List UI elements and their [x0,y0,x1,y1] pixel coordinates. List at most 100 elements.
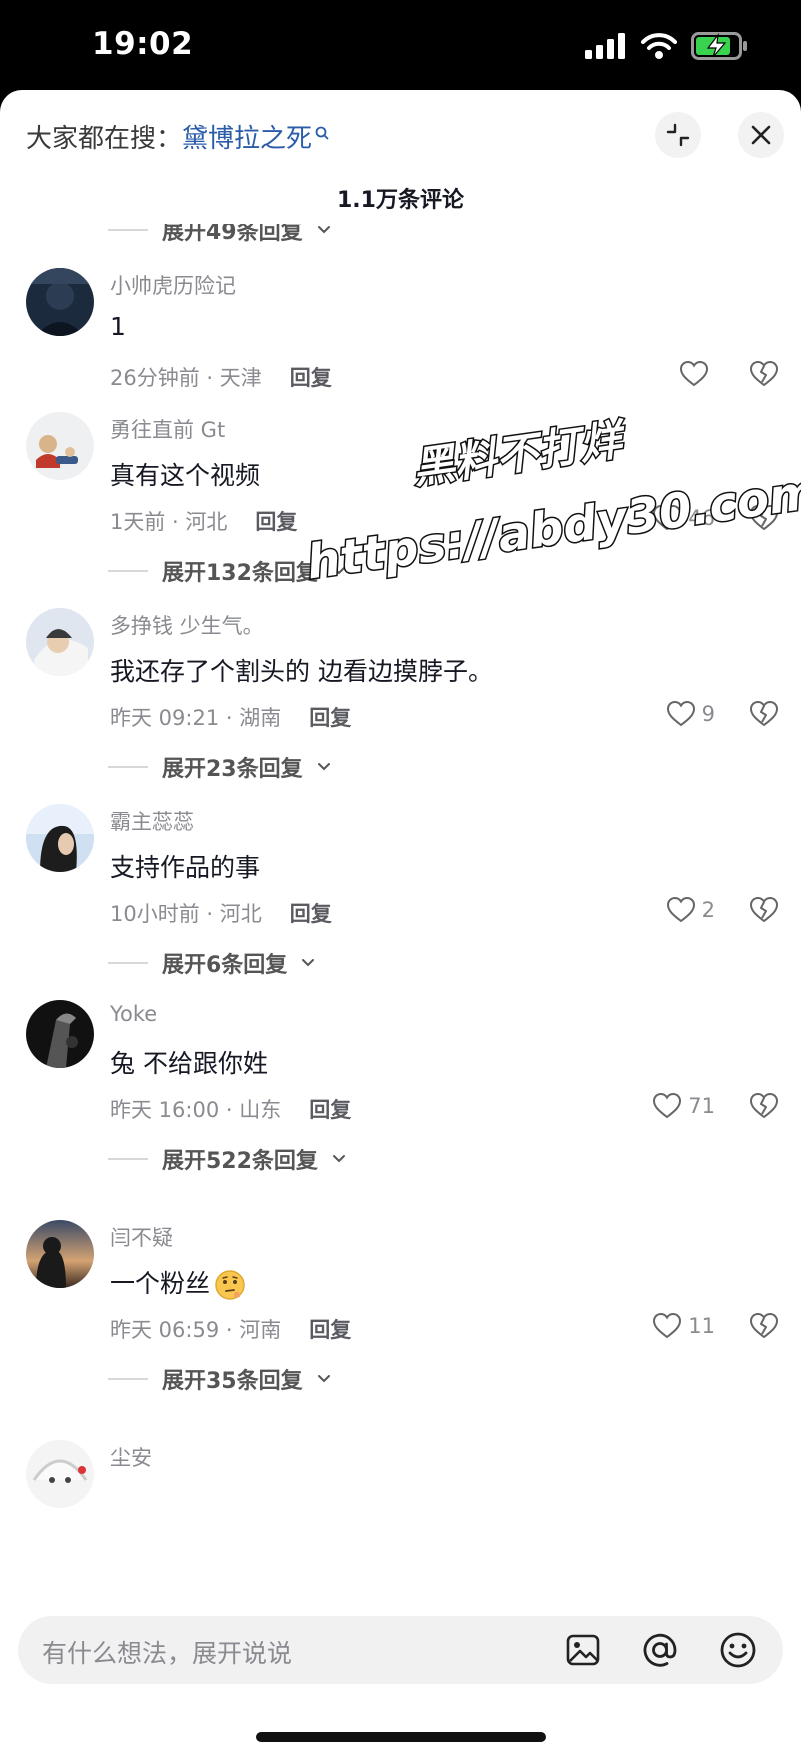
comment-input-bar[interactable]: 有什么想法，展开说说 [18,1616,783,1684]
comment-item: 尘安 [0,1440,801,1530]
search-icon [314,118,330,148]
comment-username[interactable]: 勇往直前 Gt [110,414,225,444]
expand-label: 展开6条回复 [162,953,288,978]
comment-count-title: 1.1万条评论 [337,188,464,213]
like-button[interactable]: 71 [652,1092,715,1120]
chevron-down-icon [332,1155,345,1163]
expand-replies-button[interactable]: 展开23条回复 [108,751,331,783]
close-button[interactable] [738,112,784,158]
expand-replies-button[interactable]: 展开6条回复 [108,947,315,979]
comment-text: 真有这个视频 [110,461,261,490]
expand-label: 展开23条回复 [162,757,303,782]
wifi-icon [641,33,677,59]
expand-replies-partial[interactable]: 展开49条回复 [108,224,331,246]
expand-divider [108,229,148,231]
comment-meta: 10小时前 · 河北 回复 [110,898,332,928]
chevron-down-icon [317,226,330,234]
broken-heart-icon [749,896,779,923]
like-button[interactable] [679,360,715,388]
comment-time-location: 昨天 09:21 · 湖南 [110,706,282,730]
expand-divider [108,1378,148,1380]
comment-username[interactable]: 多挣钱 少生气。 [110,610,264,640]
comment-username[interactable]: 小帅虎历险记 [110,270,236,300]
broken-heart-icon [749,1312,779,1339]
reply-button[interactable]: 回复 [309,1318,351,1342]
broken-heart-icon [749,700,779,727]
search-term-link[interactable]: 黛博拉之死 [182,124,312,154]
comment-sheet: 大家都在搜：黛博拉之死 1.1万条评论 展开49条回复 小帅虎历险记 1 26分… [0,90,801,1758]
chevron-down-icon [317,763,330,771]
comment-text: 支持作品的事 [110,853,261,882]
avatar[interactable] [26,412,94,480]
reply-button[interactable]: 回复 [309,706,351,730]
comment-input-placeholder[interactable]: 有什么想法，展开说说 [42,1634,292,1670]
comment-username[interactable]: 闫不疑 [110,1222,173,1252]
comment-text: 1 [110,312,126,341]
emoji-icon [720,1632,756,1668]
comment-time-location: 26分钟前 · 天津 [110,366,262,390]
like-count: 2 [701,898,715,922]
reply-button[interactable]: 回复 [309,1098,351,1122]
comment-meta: 昨天 09:21 · 湖南 回复 [110,702,351,732]
battery-charging-icon [691,32,747,60]
search-suggestion[interactable]: 大家都在搜：黛博拉之死 [26,118,330,155]
reply-button[interactable]: 回复 [290,366,332,390]
comment-username[interactable]: 尘安 [110,1442,152,1472]
heart-icon [666,700,695,727]
collapse-button[interactable] [655,112,701,158]
like-count: 9 [701,702,715,726]
comment-time-location: 昨天 16:00 · 山东 [110,1098,282,1122]
heart-icon [653,504,682,531]
expand-divider [108,766,148,768]
dislike-button[interactable] [749,896,779,928]
emoji-button[interactable] [718,1630,758,1670]
comment-username[interactable]: 霸主蕊蕊 [110,806,194,836]
expand-divider [108,570,148,572]
avatar[interactable] [26,1440,94,1508]
expand-divider [108,1158,148,1160]
avatar[interactable] [26,1000,94,1068]
close-icon [751,125,771,145]
dislike-button[interactable] [749,700,779,732]
avatar[interactable] [26,608,94,676]
home-indicator[interactable] [256,1732,546,1742]
like-button[interactable]: 11 [652,1312,715,1340]
expand-replies-button[interactable]: 展开522条回复 [108,1143,346,1175]
avatar[interactable] [26,268,94,336]
like-button[interactable]: 2 [666,896,715,924]
comment-text: 兔 不给跟你姓 [110,1049,268,1078]
comment-username[interactable]: Yoke [110,1002,157,1026]
like-button[interactable]: 46 [652,504,715,532]
dislike-button[interactable] [749,504,779,536]
status-icons [585,32,749,60]
dislike-button[interactable] [749,360,779,392]
avatar[interactable] [26,1220,94,1288]
expand-label: 展开35条回复 [162,1369,303,1394]
signal-icon [585,33,625,59]
expand-label: 展开522条回复 [162,1149,318,1174]
chevron-down-icon [302,959,315,967]
collapse-icon [666,123,690,147]
reply-button[interactable]: 回复 [255,510,297,534]
dislike-button[interactable] [749,1092,779,1124]
broken-heart-icon [749,1092,779,1119]
expand-replies-button[interactable]: 展开132条回复 [108,555,346,587]
comment-meta: 26分钟前 · 天津 回复 [110,362,332,392]
dislike-button[interactable] [749,1312,779,1344]
broken-heart-icon [749,360,779,387]
expand-divider [108,962,148,964]
heart-icon [653,1092,682,1119]
comment-time-location: 10小时前 · 河北 [110,902,262,926]
heart-icon [653,1312,682,1339]
reply-button[interactable]: 回复 [290,902,332,926]
like-count: 46 [688,506,715,530]
like-count: 71 [688,1094,715,1118]
broken-heart-icon [749,504,779,531]
expand-replies-button[interactable]: 展开35条回复 [108,1363,331,1395]
comment-time-location: 1天前 · 河北 [110,510,228,534]
avatar[interactable] [26,804,94,872]
mention-button[interactable] [640,1630,680,1670]
image-button[interactable] [563,1630,603,1670]
like-button[interactable]: 9 [666,700,715,728]
image-icon [566,1634,600,1666]
